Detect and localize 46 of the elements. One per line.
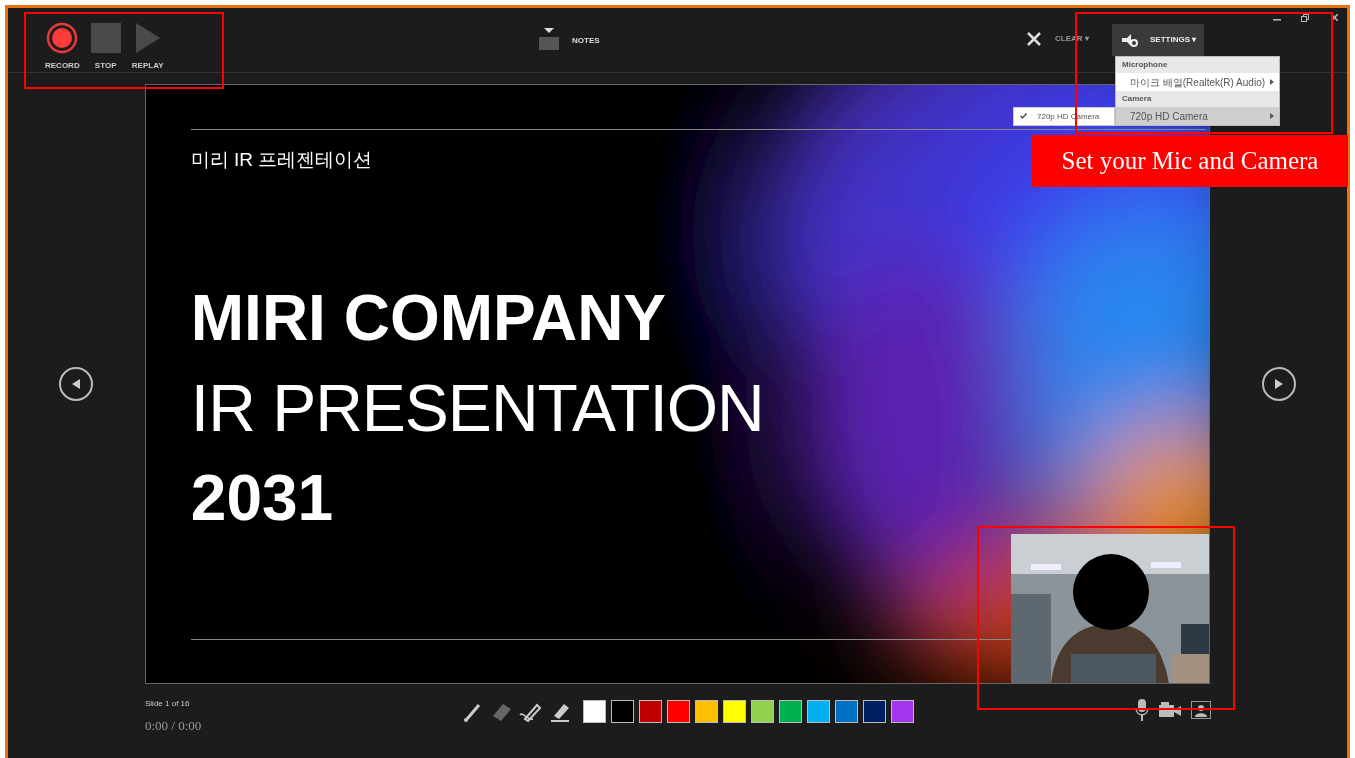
menu-item-label: 720p HD Camera xyxy=(1130,109,1208,124)
submenu-arrow-icon xyxy=(1270,113,1274,119)
microphone-icon[interactable] xyxy=(1135,699,1149,721)
color-swatch[interactable] xyxy=(835,700,858,723)
menu-header: Camera xyxy=(1116,91,1279,107)
submenu-arrow-icon xyxy=(1270,79,1274,85)
next-slide-button[interactable] xyxy=(1261,367,1296,401)
video-camera-icon[interactable] xyxy=(1159,702,1181,718)
color-swatch[interactable] xyxy=(667,700,690,723)
slide-counter: Slide 1 of 16 xyxy=(145,698,190,710)
right-triangle-icon xyxy=(1274,379,1283,389)
replay-button[interactable]: REPLAY xyxy=(131,22,164,72)
close-icon[interactable] xyxy=(1331,14,1338,21)
left-triangle-icon xyxy=(72,379,81,389)
color-swatch[interactable] xyxy=(891,700,914,723)
close-icon xyxy=(1027,32,1041,46)
color-swatch[interactable] xyxy=(779,700,802,723)
color-swatch[interactable] xyxy=(583,700,606,723)
color-swatch[interactable] xyxy=(807,700,830,723)
settings-button[interactable]: SETTINGS ▾ xyxy=(1112,24,1204,56)
color-swatch[interactable] xyxy=(611,700,634,723)
menu-item[interactable]: 마이크 배열(Realtek(R) Audio) xyxy=(1116,73,1279,91)
slide-subtitle: 미리 IR 프레젠테이션 xyxy=(190,150,373,169)
color-swatch[interactable] xyxy=(751,700,774,723)
record-icon xyxy=(46,22,79,54)
menu-item-label: 마이크 배열(Realtek(R) Audio) xyxy=(1130,75,1266,90)
restore-icon[interactable] xyxy=(1301,14,1309,22)
stop-button[interactable]: STOP xyxy=(89,22,122,72)
color-swatch[interactable] xyxy=(723,700,746,723)
settings-icon xyxy=(1122,33,1138,47)
notes-button[interactable]: NOTES xyxy=(538,28,600,54)
color-swatch[interactable] xyxy=(695,700,718,723)
annotation-callout: Set your Mic and Camera xyxy=(1032,135,1348,187)
minimize-icon[interactable] xyxy=(1273,19,1281,21)
menu-header: Microphone xyxy=(1116,57,1279,73)
camera-preview-icon[interactable] xyxy=(1191,701,1211,719)
previous-slide-button[interactable] xyxy=(59,367,94,401)
slide-title-line: IR PRESENTATION xyxy=(190,370,764,447)
record-button[interactable]: RECORD xyxy=(45,22,80,72)
time-display: 0:00 / 0:00 xyxy=(145,717,202,735)
menu-item[interactable]: 720p HD Camera xyxy=(1116,107,1279,125)
color-swatch[interactable] xyxy=(863,700,886,723)
stop-icon xyxy=(89,22,122,54)
color-swatch[interactable] xyxy=(639,700,662,723)
slide-title-line: MIRI COMPANY xyxy=(190,281,667,356)
slide-title-line: 2031 xyxy=(190,461,334,536)
